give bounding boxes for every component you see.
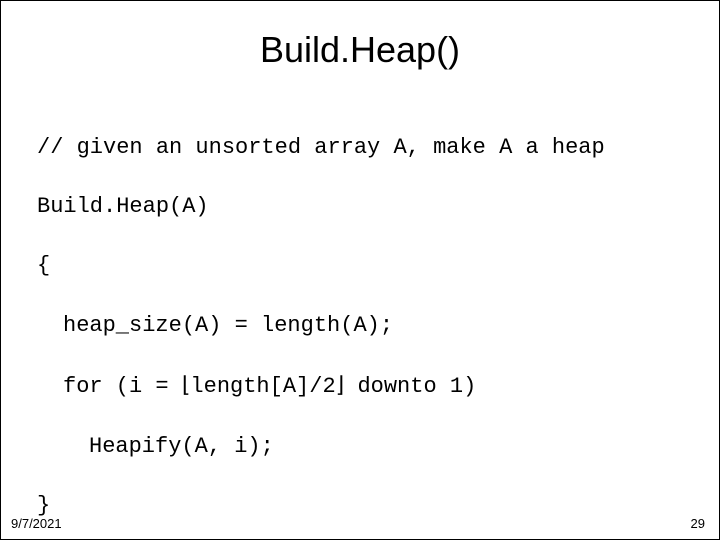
code-line-heapsize: heap_size(A) = length(A); bbox=[37, 311, 719, 341]
for-post: downto 1) bbox=[344, 374, 476, 399]
for-mid: length[A]/2 bbox=[190, 374, 335, 399]
floor-close-icon: ⌋ bbox=[336, 370, 345, 400]
code-block: // given an unsorted array A, make A a h… bbox=[37, 103, 719, 550]
code-line-open-brace: { bbox=[37, 251, 719, 281]
code-line-close-brace: } bbox=[37, 491, 719, 521]
floor-open-icon: ⌊ bbox=[182, 370, 191, 400]
code-line-for: for (i = ⌊length[A]/2⌋ downto 1) bbox=[37, 370, 719, 402]
for-pre: for (i = bbox=[63, 374, 182, 399]
slide-title: Build.Heap() bbox=[1, 29, 719, 71]
footer-page-number: 29 bbox=[691, 516, 705, 531]
footer-date: 9/7/2021 bbox=[11, 516, 62, 531]
code-line-comment: // given an unsorted array A, make A a h… bbox=[37, 133, 719, 163]
code-line-funcdecl: Build.Heap(A) bbox=[37, 192, 719, 222]
code-line-heapify: Heapify(A, i); bbox=[37, 432, 719, 462]
